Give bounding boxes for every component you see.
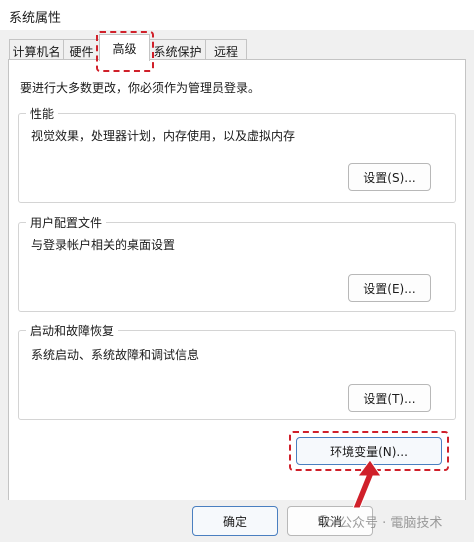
performance-group: 性能 视觉效果，处理器计划，内存使用，以及虚拟内存 设置(S)... — [18, 105, 456, 203]
user-profiles-group: 用户配置文件 与登录帐户相关的桌面设置 设置(E)... — [18, 214, 456, 312]
ok-button[interactable]: 确定 — [192, 506, 278, 536]
startup-recovery-description: 系统启动、系统故障和调试信息 — [31, 348, 200, 362]
admin-note: 要进行大多数更改，你必须作为管理员登录。 — [20, 81, 261, 95]
tab-system-protection[interactable]: 系统保护 — [149, 39, 206, 60]
watermark: 公众号 · 電脑技术 — [318, 512, 442, 531]
user-profiles-description: 与登录帐户相关的桌面设置 — [31, 238, 176, 252]
startup-recovery-group: 启动和故障恢复 系统启动、系统故障和调试信息 设置(T)... — [18, 322, 456, 420]
performance-group-title: 性能 — [26, 105, 59, 122]
pointer-arrow-icon — [352, 459, 382, 509]
watermark-text: 公众号 · 電脑技术 — [339, 516, 443, 531]
tab-advanced[interactable]: 高级 — [99, 34, 150, 61]
tab-hardware[interactable]: 硬件 — [63, 39, 100, 60]
user-profiles-group-title: 用户配置文件 — [26, 214, 107, 231]
tab-computer-name[interactable]: 计算机名 — [9, 39, 64, 60]
tab-remote[interactable]: 远程 — [205, 39, 247, 60]
title-bar: 系统属性 — [0, 0, 474, 30]
performance-settings-button[interactable]: 设置(S)... — [348, 163, 431, 191]
wechat-logo-icon — [318, 515, 335, 529]
user-profiles-settings-button[interactable]: 设置(E)... — [348, 274, 431, 302]
startup-recovery-group-title: 启动和故障恢复 — [26, 322, 119, 339]
tab-strip: 计算机名 硬件 高级 系统保护 远程 — [0, 30, 474, 61]
startup-recovery-settings-button[interactable]: 设置(T)... — [348, 384, 431, 412]
window-title: 系统属性 — [9, 11, 62, 26]
performance-description: 视觉效果，处理器计划，内存使用，以及虚拟内存 — [31, 129, 296, 143]
